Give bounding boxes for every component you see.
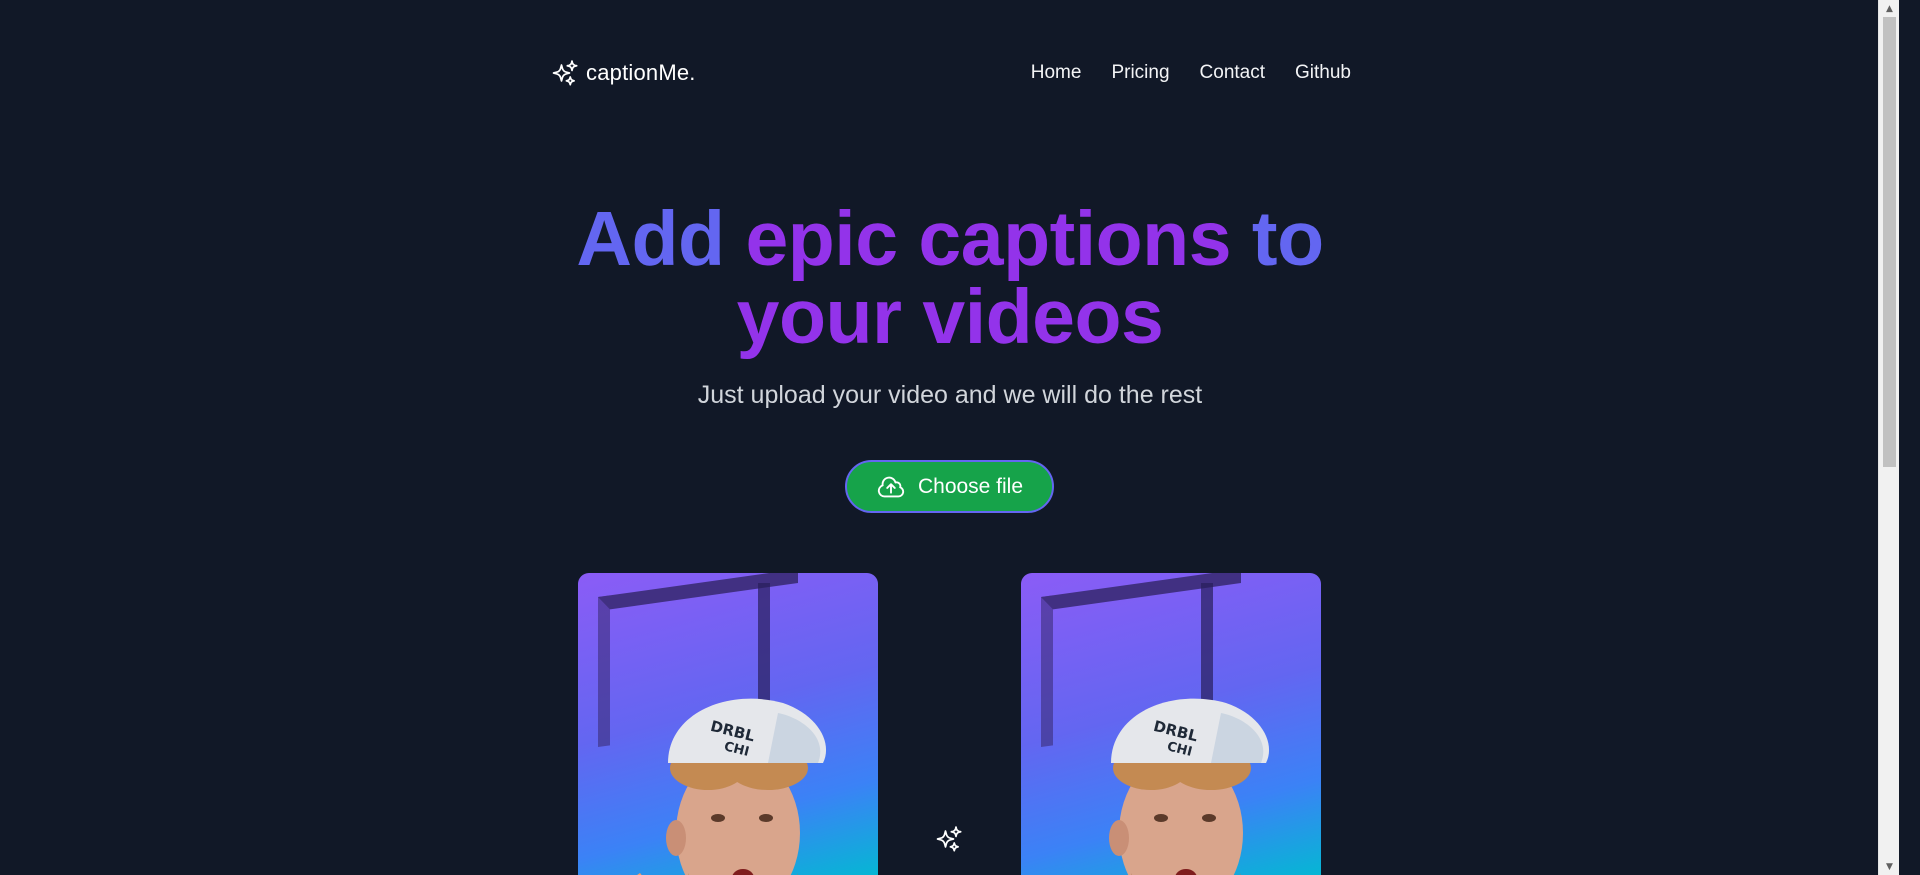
hero-title: Add epic captions to your videos bbox=[450, 200, 1450, 356]
main-nav: Home Pricing Contact Github bbox=[1031, 62, 1351, 84]
brand-logo-link[interactable]: captionMe. bbox=[551, 59, 696, 87]
person-illustration: DRBL CHI bbox=[637, 698, 827, 875]
choose-file-label: Choose file bbox=[917, 474, 1024, 498]
hero-title-highlight: epic captions bbox=[745, 196, 1232, 282]
scroll-up-arrow-icon[interactable]: ▲ bbox=[1879, 0, 1900, 17]
scroll-down-arrow-icon[interactable]: ▼ bbox=[1879, 858, 1900, 875]
scrollbar-thumb[interactable] bbox=[1883, 17, 1896, 467]
nav-link-github[interactable]: Github bbox=[1295, 62, 1351, 84]
choose-file-button[interactable]: Choose file bbox=[845, 460, 1054, 513]
nav-link-pricing[interactable]: Pricing bbox=[1111, 62, 1169, 84]
brand-name: captionMe. bbox=[586, 60, 696, 85]
hero-title-to: to bbox=[1231, 196, 1324, 282]
hero-title-add: Add bbox=[576, 196, 746, 282]
video-preview-captioned[interactable]: DRBL CHI bbox=[1021, 573, 1321, 875]
site-header: captionMe. Home Pricing Contact Github bbox=[551, 56, 1351, 90]
person-illustration: DRBL CHI bbox=[1109, 698, 1270, 875]
cloud-upload-icon bbox=[877, 476, 905, 497]
hero-title-line-1: Add epic captions to bbox=[450, 200, 1450, 278]
sparkles-icon bbox=[936, 826, 962, 852]
sparkles-icon bbox=[552, 60, 578, 86]
vertical-scrollbar[interactable]: ▲ ▼ bbox=[1878, 0, 1899, 875]
nav-link-home[interactable]: Home bbox=[1031, 62, 1082, 84]
page: captionMe. Home Pricing Contact Github A… bbox=[0, 0, 1899, 875]
nav-link-contact[interactable]: Contact bbox=[1200, 62, 1265, 84]
hero-subtitle: Just upload your video and we will do th… bbox=[697, 381, 1203, 409]
hero-title-line-2: your videos bbox=[736, 274, 1164, 360]
video-preview-original[interactable]: DRBL CHI bbox=[578, 573, 878, 875]
